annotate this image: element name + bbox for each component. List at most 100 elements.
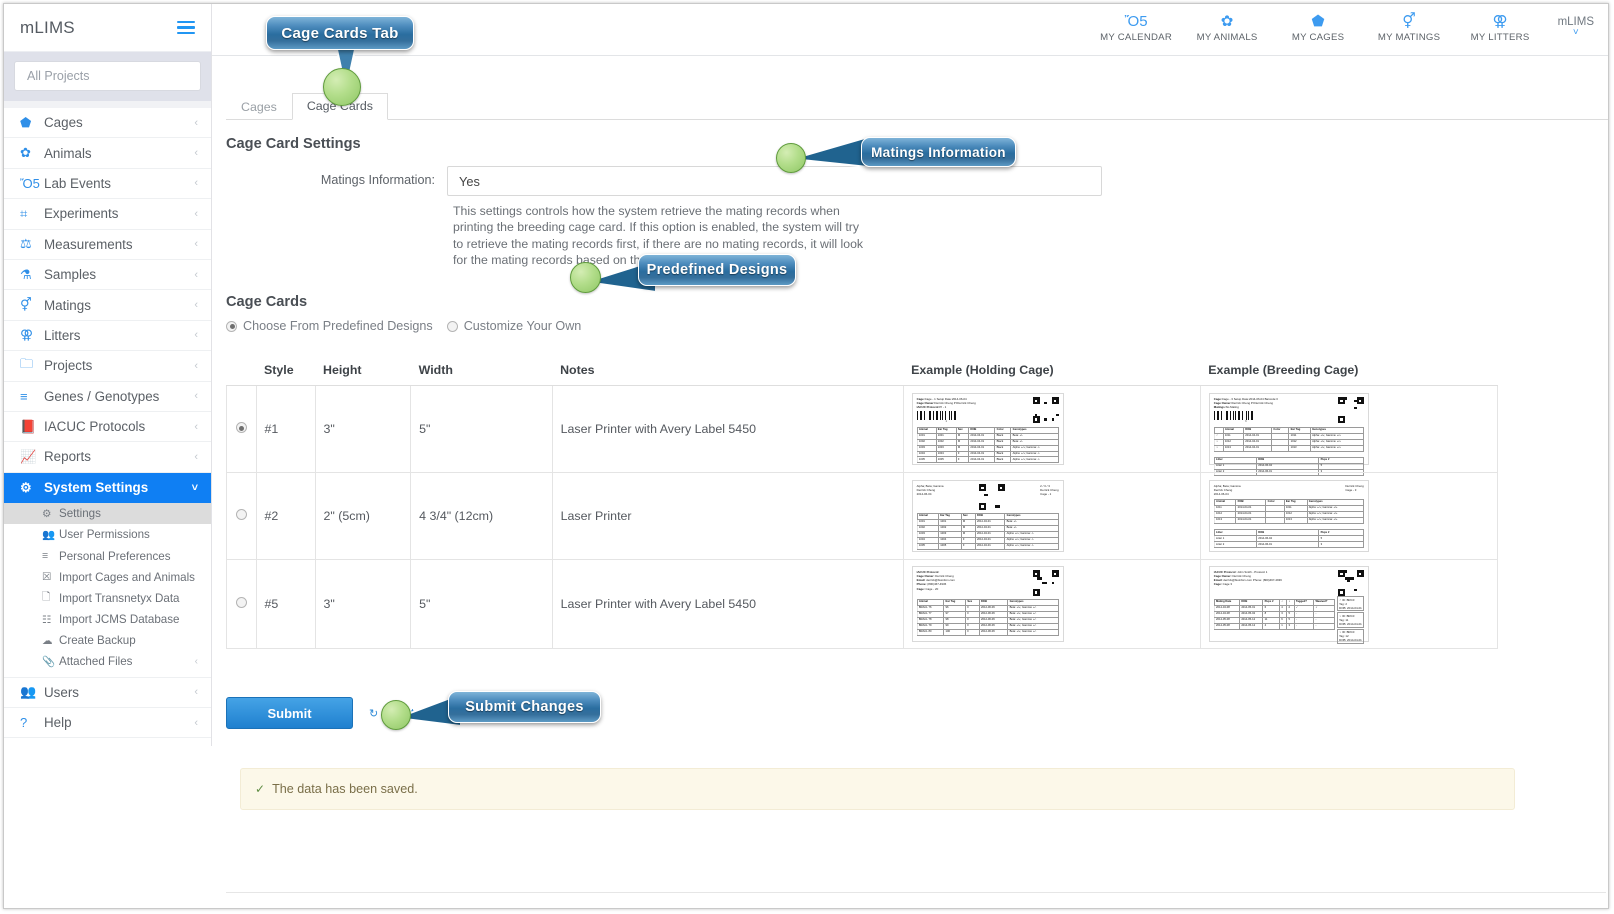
sidebar-subitem-create-backup[interactable]: ☁ Create Backup xyxy=(4,630,211,651)
project-selector[interactable]: All Projects xyxy=(14,61,201,91)
row-select-cell[interactable] xyxy=(226,385,257,474)
radio-customize-your-own-indicator xyxy=(446,320,458,332)
sidebar-item-system-settings[interactable]: ⚙ System Settings ˅ xyxy=(4,472,211,504)
mini-card-cell: 3 xyxy=(1318,541,1364,549)
question-icon: ? xyxy=(20,715,28,731)
sidebar-item-samples[interactable]: ⚗ Samples ‹ xyxy=(4,260,211,291)
topnav-item-my-litters[interactable]: ⚢ MY LITTERS xyxy=(1455,13,1546,47)
matings-information-value: Yes xyxy=(459,173,480,189)
table-row[interactable]: #1 3" 5" Laser Printer with Avery Label 545… xyxy=(226,385,1499,476)
chevron-left-icon: ‹ xyxy=(194,656,198,668)
mini-card-table: Animal Ear Tag Sex DOB Color Genotypes 1001 100… xyxy=(916,426,1059,464)
cell-style: #5 xyxy=(255,559,316,650)
sidebar-item-lab-events[interactable]: Ὄ5 Lab Events ‹ xyxy=(4,169,211,200)
sidebar-item-reports[interactable]: 📈 Reports ‹ xyxy=(4,442,211,473)
mini-card-cell: 2014-04-01 xyxy=(1243,444,1273,452)
sidebar-subitem-label: Attached Files xyxy=(59,655,133,669)
book-icon: 📕 xyxy=(20,418,37,434)
row-select-cell[interactable] xyxy=(226,472,257,561)
mini-card-row: ♀ 1013 2014-04-01 1013 Alpha: +/+; Gamma: +/… xyxy=(1213,444,1364,452)
top-nav-items: Ὄ5 MY CALENDAR ✿ MY ANIMALS ⬟ MY CAGES ⚥ MY MAT… xyxy=(1091,13,1546,47)
topnav-item-my-animals[interactable]: ✿ MY ANIMALS xyxy=(1182,13,1273,47)
callout-matings-information: Matings Information xyxy=(861,137,1016,167)
sidebar-item-animals[interactable]: ✿ Animals ‹ xyxy=(4,138,211,169)
mini-card-table: Animal Ear Tag Sex DOB Genotypes BRACL 76 96 F 2… xyxy=(916,598,1059,636)
sidebar-item-experiments[interactable]: ⌗ Experiments ‹ xyxy=(4,199,211,230)
mini-card-cell: F xyxy=(965,628,980,636)
row-radio[interactable] xyxy=(235,422,247,434)
sidebar-brand-row: mLIMS xyxy=(4,4,211,52)
cell-example-breeding: IACUC Protocol: John Smith - Protocol 1C… xyxy=(1199,559,1499,650)
radio-customize-your-own[interactable]: Customize Your Own xyxy=(446,319,581,333)
topnav-item-label: MY LITTERS xyxy=(1470,31,1530,43)
mini-card-cell: ♀ xyxy=(1213,444,1224,452)
chevron-left-icon: ‹ xyxy=(194,299,198,312)
mini-card-table: Litter DOB Pups # Litter 1 2014-06-04 5 Litter… xyxy=(1213,529,1364,549)
user-menu[interactable]: mLIMS ˅ xyxy=(1558,16,1594,43)
mini-card-cell: 1005 xyxy=(938,542,962,550)
matings-information-label: Matings Information: xyxy=(320,173,435,187)
mini-card-cell: 2014-05-08 xyxy=(1213,622,1241,630)
sidebar-subitem-label: Personal Preferences xyxy=(59,549,171,563)
chevron-left-icon: ‹ xyxy=(194,716,198,729)
sidebar-item-matings[interactable]: ⚥ Matings ‹ xyxy=(4,290,211,321)
sidebar-item-genes-genotypes[interactable]: ≡ Genes / Genotypes ‹ xyxy=(4,382,211,412)
mini-card-cell: Alpha: +/+; Gamma: +/+ xyxy=(1309,444,1364,452)
row-select-cell[interactable] xyxy=(226,559,257,650)
sidebar-item-users[interactable]: 👥 Users ‹ xyxy=(4,678,211,708)
matings-information-select[interactable]: Yes xyxy=(447,166,1102,196)
cage-card-preview: Cage:Cage - 1 Setup Date:2014-06-04 Cage … xyxy=(911,393,1064,466)
chevron-left-icon: ‹ xyxy=(194,207,198,220)
callout-dot-predefined-designs xyxy=(570,262,601,293)
sidebar-subitem-settings[interactable]: ⚙ Settings xyxy=(4,503,211,525)
topnav-item-my-matings[interactable]: ⚥ MY MATINGS xyxy=(1364,13,1455,47)
sidebar-item-projects[interactable]: 🗀 Projects ‹ xyxy=(4,351,211,382)
sidebar-subitem-label: Import JCMS Database xyxy=(59,613,180,627)
sidebar-subitem-label: Create Backup xyxy=(59,634,136,648)
chevron-down-icon: ˅ xyxy=(1572,27,1579,38)
chevron-left-icon: ‹ xyxy=(194,177,198,190)
tab-cages[interactable]: Cages xyxy=(226,94,292,120)
cage-card-preview: Cage:Cage - 3 Setup Date:2014-06-04 Barc… xyxy=(1208,393,1369,476)
sidebar-item-iacuc-protocols[interactable]: 📕 IACUC Protocols ‹ xyxy=(4,412,211,443)
topnav-item-my-cages[interactable]: ⬟ MY CAGES xyxy=(1273,13,1364,47)
designs-table: Style Height Width Notes Example (Holdin… xyxy=(226,359,1499,650)
cell-height: 3" xyxy=(314,559,412,650)
cage-card-header-right: 2 / 3 / 3 Derrick Cheng Cage - 1 xyxy=(1040,484,1059,497)
sidebar-item-label: Genes / Genotypes xyxy=(44,388,160,404)
chevron-left-icon: ‹ xyxy=(194,686,198,699)
chevron-left-icon: ‹ xyxy=(194,420,198,433)
sidebar-subitem-attached-files[interactable]: 📎 Attached Files ‹ xyxy=(4,651,211,672)
sidebar-subitem-import-jcms-database[interactable]: ☷ Import JCMS Database xyxy=(4,609,211,630)
sidebar-item-label: Help xyxy=(44,715,72,731)
sidebar-item-cages[interactable]: ⬟ Cages ‹ xyxy=(4,108,211,139)
chevron-down-icon: ˅ xyxy=(191,481,198,494)
table-row[interactable]: #5 3" 5" Laser Printer with Avery Label 545… xyxy=(226,559,1499,650)
mini-card-cell: 1013 xyxy=(1222,444,1245,452)
radio-predefined-designs[interactable]: Choose From Predefined Designs xyxy=(226,319,433,333)
sidebar-item-help[interactable]: ? Help ‹ xyxy=(4,708,211,739)
cell-style: #1 xyxy=(255,385,316,474)
sidebar-subitem-import-transnetyx-data[interactable]: 🗋 Import Transnetyx Data xyxy=(4,588,211,609)
calendar-icon: Ὄ5 xyxy=(1124,12,1148,30)
callout-predefined-designs: Predefined Designs xyxy=(638,254,796,286)
table-row[interactable]: #2 2" (5cm) 4 3/4" (12cm) Laser Printer Alph… xyxy=(226,472,1499,561)
mini-card-cell: 1013 xyxy=(1213,516,1237,524)
sidebar-subitem-personal-preferences[interactable]: ≡ Personal Preferences xyxy=(4,545,211,566)
row-radio[interactable] xyxy=(235,509,247,521)
sidebar-item-label: Matings xyxy=(44,297,91,313)
callout-dot-submit-changes xyxy=(381,700,411,730)
matings-information-control: Yes This settings controls how the syste… xyxy=(447,166,1102,268)
submit-button[interactable]: Submit xyxy=(226,697,353,730)
sidebar-item-label: Experiments xyxy=(44,206,119,222)
sidebar-item-measurements[interactable]: ⚖ Measurements ‹ xyxy=(4,230,211,260)
sidebar-subitem-import-cages-and-animals[interactable]: ☒ Import Cages and Animals xyxy=(4,567,211,588)
designs-table-header-row: Style Height Width Notes Example (Holdin… xyxy=(226,359,1498,387)
row-radio[interactable] xyxy=(235,597,247,609)
radio-predefined-designs-label: Choose From Predefined Designs xyxy=(243,319,433,334)
cell-height: 2" (5cm) xyxy=(314,472,412,561)
sidebar-subitem-user-permissions[interactable]: 👥 User Permissions xyxy=(4,524,211,545)
topnav-item-my-calendar[interactable]: Ὄ5 MY CALENDAR xyxy=(1091,13,1182,47)
sidebar-item-litters[interactable]: ⚢ Litters ‹ xyxy=(4,321,211,352)
hamburger-icon[interactable] xyxy=(177,18,195,38)
